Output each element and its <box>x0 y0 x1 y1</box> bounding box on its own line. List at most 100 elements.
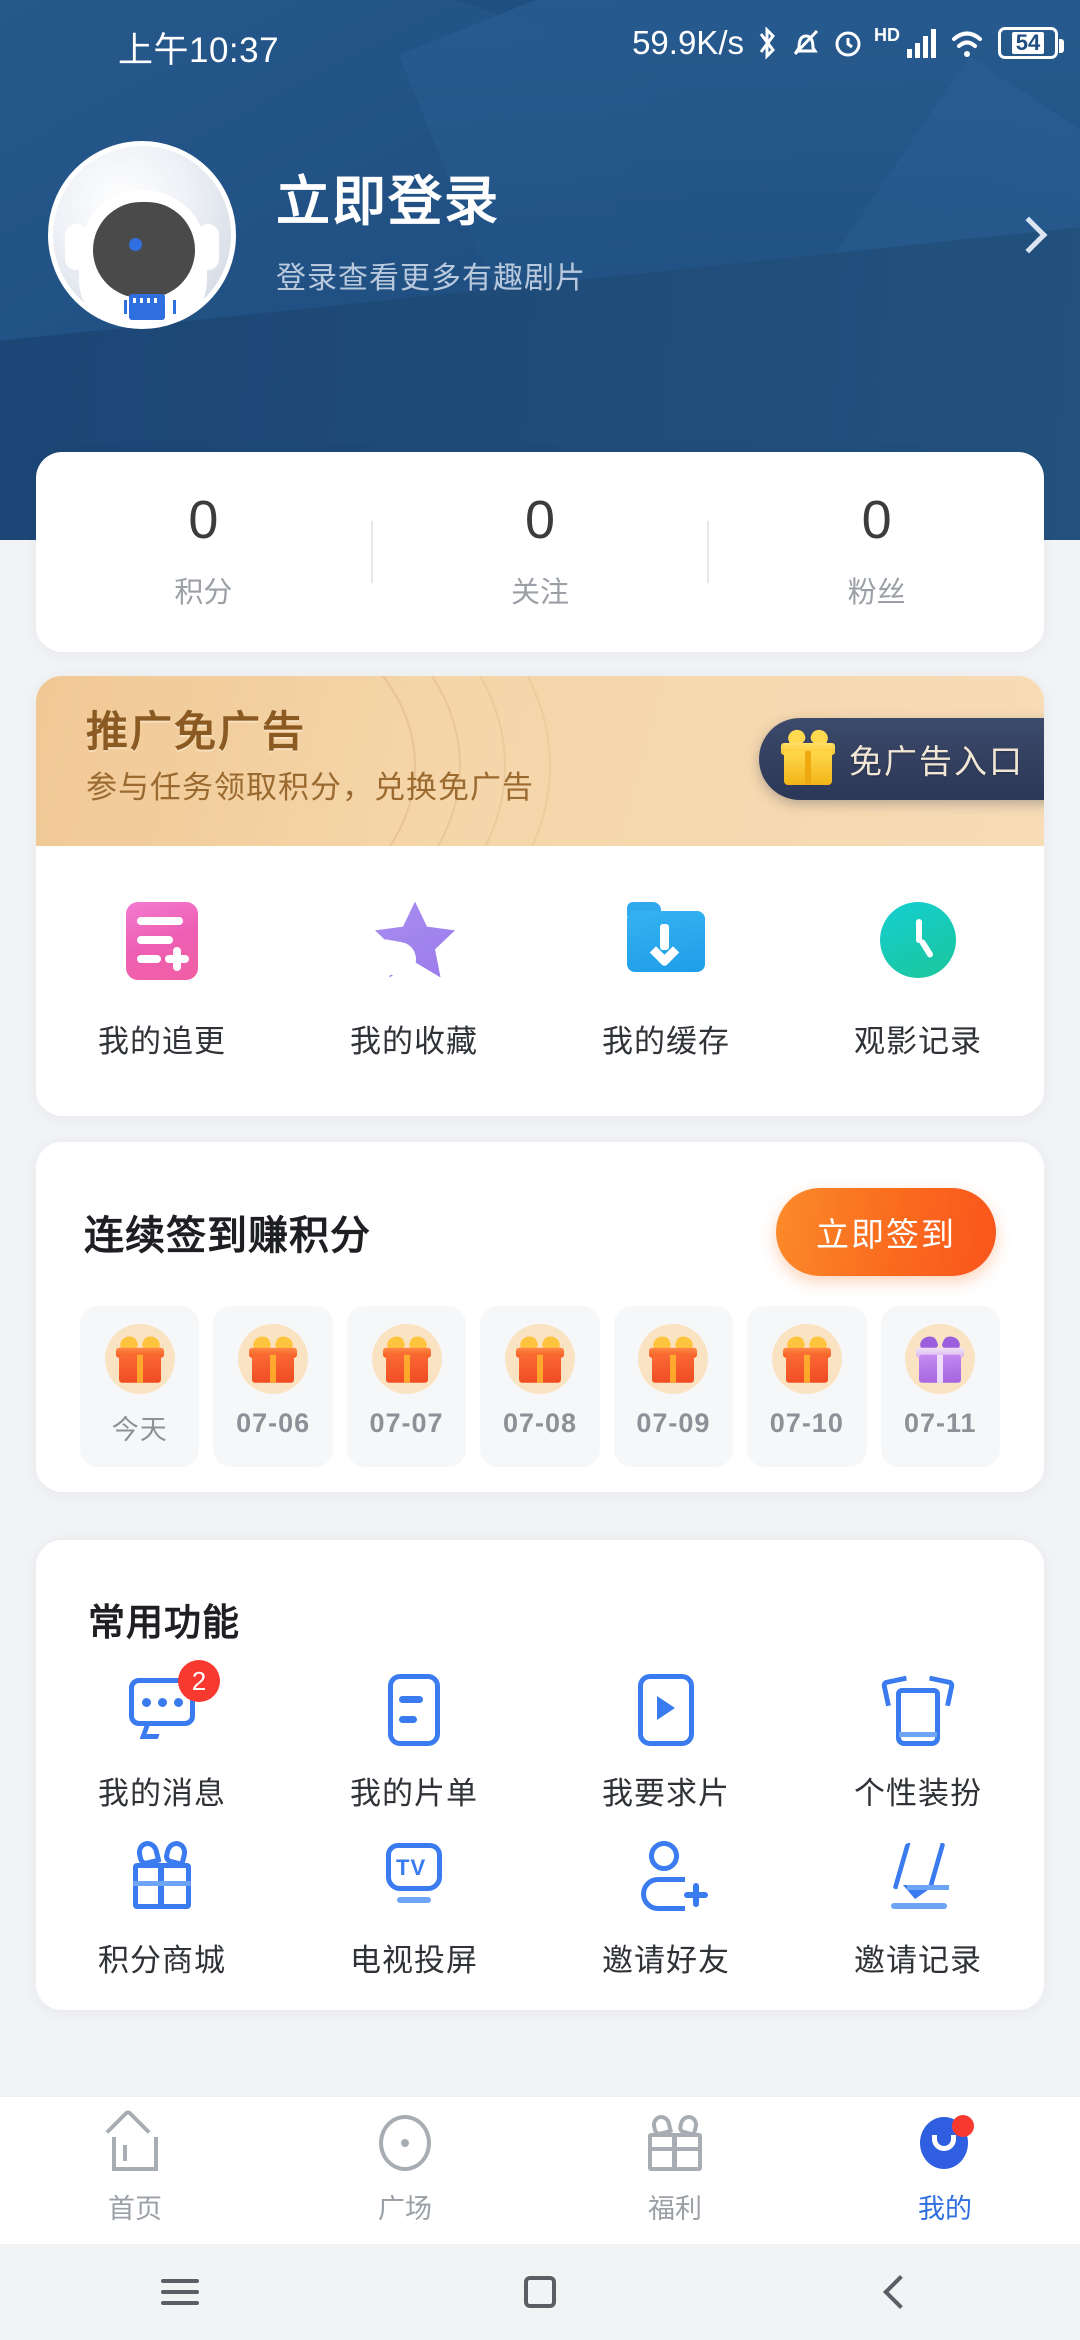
gift-orange-icon <box>371 1324 442 1394</box>
quick-action-my-updates[interactable]: 我的追更 <box>36 901 288 1061</box>
sign-in-day[interactable]: 07-08 <box>480 1306 600 1467</box>
nav-tab-home[interactable]: 首页 <box>0 2108 270 2226</box>
sign-in-day[interactable]: 07-09 <box>613 1306 734 1467</box>
sign-in-title: 连续签到赚积分 <box>84 1214 371 1258</box>
sign-in-day-label: 07-11 <box>903 1408 977 1438</box>
common-functions-card: 常用功能 2 我的消息 我的片单 我要求片 个性装扮 积分商城 TV 电视投屏 … <box>36 1540 1044 2010</box>
sign-in-day[interactable]: 今天 <box>80 1306 200 1467</box>
common-functions-title: 常用功能 <box>88 1602 240 1643</box>
battery-level-label: 54 <box>1011 32 1045 54</box>
message-icon: 2 <box>126 1660 220 1746</box>
back-button[interactable] <box>720 2275 1080 2309</box>
menu-icon <box>161 2279 199 2305</box>
gift-purple-icon <box>905 1324 976 1394</box>
profile-text-block: 立即登录 登录查看更多有趣剧片 <box>276 172 1016 296</box>
nav-tab-label: 首页 <box>108 2194 162 2224</box>
function-outfit[interactable]: 个性装扮 <box>792 1674 1044 1813</box>
status-bar: 上午10:37 59.9K/s HD 54 <box>0 0 1080 86</box>
home-button[interactable] <box>360 2276 720 2308</box>
star-icon <box>375 901 455 980</box>
clock-icon <box>879 901 957 980</box>
ad-free-entry-button[interactable]: 免广告入口 <box>759 718 1044 800</box>
sign-in-days-row: 今天 07-06 07-07 07-08 07-09 07-10 07-11 <box>36 1276 1044 1467</box>
stat-value: 0 <box>188 490 219 550</box>
profile-login-row[interactable]: 立即登录 登录查看更多有趣剧片 <box>0 140 1080 330</box>
stat-label: 积分 <box>174 577 233 609</box>
function-label: 邀请好友 <box>602 1943 730 1978</box>
function-label: 电视投屏 <box>350 1943 478 1978</box>
sign-in-day[interactable]: 07-06 <box>213 1306 333 1467</box>
sign-in-day[interactable]: 07-11 <box>880 1306 1000 1467</box>
function-tv-cast[interactable]: TV 电视投屏 <box>288 1841 540 1980</box>
promo-title: 推广免广告 <box>86 708 307 755</box>
sign-in-day-label: 07-08 <box>502 1408 577 1438</box>
gift-orange-icon <box>771 1324 842 1394</box>
gift-icon <box>781 727 835 785</box>
profile-icon <box>914 2115 976 2173</box>
stats-card: 0 积分 0 关注 0 粉丝 <box>36 452 1044 652</box>
gift-orange-icon <box>638 1324 709 1394</box>
nav-tab-discover[interactable]: 广场 <box>270 2115 540 2226</box>
folder-download-icon <box>627 901 705 980</box>
function-my-playlist[interactable]: 我的片单 <box>288 1674 540 1813</box>
gift-shop-icon <box>126 1838 198 1913</box>
sign-in-day-label: 07-07 <box>369 1408 444 1438</box>
promo-banner[interactable]: 推广免广告 参与任务领取积分，兑换免广告 免广告入口 <box>36 676 1044 846</box>
bluetooth-icon <box>754 26 780 60</box>
alarm-icon <box>832 26 864 60</box>
ad-free-entry-label: 免广告入口 <box>849 743 1024 780</box>
quick-action-watch-history[interactable]: 观影记录 <box>792 901 1044 1061</box>
network-speed-label: 59.9K/s <box>632 24 744 61</box>
mute-vibrate-icon <box>790 26 822 60</box>
stat-label: 关注 <box>511 577 570 609</box>
nav-tab-label: 福利 <box>648 2194 702 2224</box>
chevron-right-icon[interactable] <box>1010 216 1048 254</box>
function-my-messages[interactable]: 2 我的消息 <box>36 1660 288 1813</box>
sign-in-day-label: 07-09 <box>636 1408 711 1438</box>
quick-action-my-favorites[interactable]: 我的收藏 <box>288 901 540 1061</box>
function-invite-friends[interactable]: 邀请好友 <box>540 1841 792 1980</box>
sign-in-day[interactable]: 07-10 <box>747 1306 867 1467</box>
edit-record-icon <box>882 1841 954 1913</box>
quick-action-label: 我的缓存 <box>602 1023 730 1059</box>
function-points-mall[interactable]: 积分商城 <box>36 1838 288 1980</box>
quick-actions-row: 我的追更 我的收藏 我的缓存 观影记录 <box>36 846 1044 1116</box>
gift-orange-icon <box>238 1324 309 1394</box>
sign-in-day[interactable]: 07-07 <box>346 1306 467 1467</box>
bottom-navigation-bar: 首页 广场 福利 我的 <box>0 2096 1080 2244</box>
robot-avatar[interactable] <box>48 141 236 329</box>
discover-icon <box>374 2115 436 2173</box>
nav-tab-label: 广场 <box>378 2194 432 2224</box>
status-icons-group: 59.9K/s HD 54 <box>632 24 1064 62</box>
common-functions-row-1: 2 我的消息 我的片单 我要求片 个性装扮 <box>36 1660 1044 1813</box>
outfit-icon <box>880 1674 956 1746</box>
gift-orange-icon <box>504 1324 575 1394</box>
function-label: 我的消息 <box>98 1776 226 1811</box>
nav-tab-benefits[interactable]: 福利 <box>540 2112 810 2226</box>
stat-following[interactable]: 0 关注 <box>373 493 708 611</box>
stat-value: 0 <box>861 490 892 550</box>
recents-button[interactable] <box>0 2279 360 2305</box>
hd-icon: HD <box>874 24 900 45</box>
gift-orange-icon <box>104 1324 175 1394</box>
stat-label: 粉丝 <box>847 577 906 609</box>
quick-action-my-cache[interactable]: 我的缓存 <box>540 901 792 1061</box>
stat-points[interactable]: 0 积分 <box>36 493 371 611</box>
gift-nav-icon <box>644 2112 706 2173</box>
message-badge: 2 <box>178 1660 220 1702</box>
sign-in-day-label: 07-06 <box>236 1408 311 1438</box>
tv-cast-icon: TV <box>378 1841 450 1913</box>
sign-in-button[interactable]: 立即签到 <box>776 1188 996 1276</box>
nav-tab-profile[interactable]: 我的 <box>810 2115 1080 2226</box>
stat-followers[interactable]: 0 粉丝 <box>709 493 1044 611</box>
sign-in-card: 连续签到赚积分 立即签到 今天 07-06 07-07 07-08 07-09 … <box>36 1142 1044 1492</box>
home-icon <box>104 2108 166 2173</box>
function-invite-records[interactable]: 邀请记录 <box>792 1841 1044 1980</box>
playlist-icon <box>378 1674 450 1746</box>
sign-in-header: 连续签到赚积分 立即签到 <box>36 1142 1044 1276</box>
avatar-visor <box>93 202 195 298</box>
android-system-nav <box>0 2244 1080 2340</box>
function-label: 邀请记录 <box>854 1943 982 1978</box>
function-request-video[interactable]: 我要求片 <box>540 1674 792 1813</box>
nav-tab-label: 我的 <box>918 2194 972 2224</box>
